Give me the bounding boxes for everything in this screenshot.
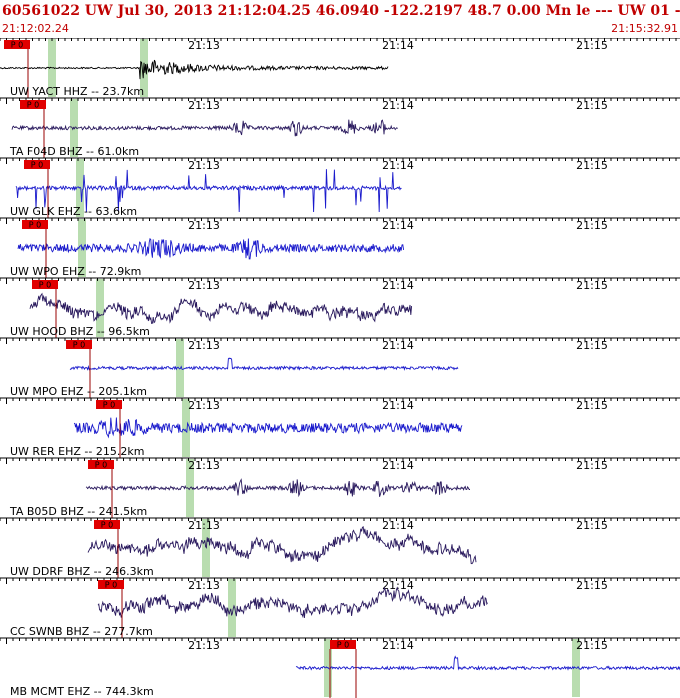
waveform-trace <box>11 119 398 137</box>
pick-label: P 0 <box>29 221 41 230</box>
time-label: 21:15 <box>576 159 608 172</box>
pick-label: P 0 <box>27 101 39 110</box>
time-label: 21:14 <box>382 339 414 352</box>
time-label: 21:15 <box>576 279 608 292</box>
time-label: 21:15 <box>576 39 608 52</box>
time-label: 21:14 <box>382 459 414 472</box>
pick-label: P 0 <box>105 581 117 590</box>
time-label: 21:14 <box>382 99 414 112</box>
pick-label: P 0 <box>337 641 349 650</box>
time-label: 21:15 <box>576 99 608 112</box>
seismogram-panel: 21:13 21:14 21:15 P 0 TA F04D BHZ -- 61.0km <box>0 97 680 158</box>
waveform-trace <box>17 237 405 260</box>
waveform-trace <box>0 59 389 80</box>
time-label: 21:13 <box>188 579 220 592</box>
seismogram-panel: 21:13 21:14 21:15 P 0 UW DDRF BHZ -- 246.3km <box>0 517 680 578</box>
waveform-trace <box>29 292 413 325</box>
waveform-trace <box>85 478 470 498</box>
station-label: UW RER EHZ -- 215.2km <box>10 445 144 458</box>
time-label: 21:13 <box>188 339 220 352</box>
time-label: 21:15 <box>576 639 608 652</box>
window-start-time: 21:12:02.24 <box>2 22 69 35</box>
waveform-trace <box>87 525 477 565</box>
time-label: 21:13 <box>188 219 220 232</box>
station-label: UW GLK EHZ -- 63.6km <box>10 205 137 218</box>
seismogram-panel: 21:13 21:14 21:15 P 0 UW WPO EHZ -- 72.9km <box>0 217 680 278</box>
station-label: CC SWNB BHZ -- 277.7km <box>10 625 153 638</box>
event-title: 60561022 UW Jul 30, 2013 21:12:04.25 46.… <box>2 3 680 19</box>
station-label: TA F04D BHZ -- 61.0km <box>9 145 139 158</box>
time-label: 21:14 <box>382 519 414 532</box>
seismogram-panels: 21:13 21:14 21:15P 0UW YACT HHZ -- 23.7km2… <box>0 38 680 698</box>
seismogram-panel: 21:13 21:14 21:15 P 0 TA B05D BHZ -- 241.5km <box>0 457 680 518</box>
seismogram-panel: 21:13 21:14 21:15 P 0 UW YACT HHZ -- 23.7km <box>0 38 680 98</box>
time-label: 21:15 <box>576 459 608 472</box>
station-label: UW WPO EHZ -- 72.9km <box>10 265 141 278</box>
station-label: MB MCMT EHZ -- 744.3km <box>10 685 154 698</box>
event-header: 60561022 UW Jul 30, 2013 21:12:04.25 46.… <box>0 0 680 38</box>
waveform-trace <box>73 417 463 439</box>
time-label: 21:15 <box>576 339 608 352</box>
time-label: 21:13 <box>188 519 220 532</box>
pick-label: P 0 <box>31 161 43 170</box>
seismogram-panel: 21:13 21:14 21:15 P 0 UW MPO EHZ -- 205.1km <box>0 337 680 398</box>
time-label: 21:14 <box>382 399 414 412</box>
time-label: 21:15 <box>576 519 608 532</box>
station-label: UW HOOD BHZ -- 96.5km <box>10 325 150 338</box>
pick-label: P 0 <box>101 521 113 530</box>
time-label: 21:14 <box>382 39 414 52</box>
station-label: UW YACT HHZ -- 23.7km <box>10 85 144 98</box>
waveform-trace <box>295 655 680 671</box>
seismogram-panel: 21:13 21:14 21:15 P 0 UW GLK EHZ -- 63.6km <box>0 157 680 218</box>
pick-label: P 0 <box>39 281 51 290</box>
time-label: 21:13 <box>188 399 220 412</box>
pick-label: P 0 <box>103 401 115 410</box>
time-label: 21:15 <box>576 399 608 412</box>
time-label: 21:15 <box>576 579 608 592</box>
time-label: 21:13 <box>188 99 220 112</box>
pick-label: P 0 <box>11 41 23 50</box>
seismogram-panel: 21:13 21:14 21:15 P 0 UW RER EHZ -- 215.2km <box>0 397 680 458</box>
time-label: 21:13 <box>188 639 220 652</box>
time-label: 21:14 <box>382 219 414 232</box>
seismogram-panel: 21:13 21:14 21:15 P 0 UW HOOD BHZ -- 96.5km <box>0 277 680 338</box>
waveform-trace <box>97 586 488 619</box>
time-label: 21:13 <box>188 459 220 472</box>
window-end-time: 21:15:32.91 <box>611 22 678 35</box>
time-label: 21:14 <box>382 279 414 292</box>
pick-label: P 0 <box>95 461 107 470</box>
time-label: 21:15 <box>576 219 608 232</box>
seismogram-panel: 21:13 21:14 21:15P 0CC SWNB BHZ -- 277.7km <box>0 577 680 638</box>
time-label: 21:14 <box>382 159 414 172</box>
waveform-trace <box>69 357 459 371</box>
station-label: UW DDRF BHZ -- 246.3km <box>10 565 154 578</box>
seismogram-panel: 21:13 21:14 21:15 P 0 MB MCMT EHZ -- 744.3km <box>0 637 680 698</box>
pick-label: P 0 <box>73 341 85 350</box>
time-label: 21:13 <box>188 159 220 172</box>
time-label: 21:14 <box>382 639 414 652</box>
time-label: 21:13 <box>188 279 220 292</box>
station-label: UW MPO EHZ -- 205.1km <box>10 385 147 398</box>
time-label: 21:13 <box>188 39 220 52</box>
station-label: TA B05D BHZ -- 241.5km <box>9 505 147 518</box>
